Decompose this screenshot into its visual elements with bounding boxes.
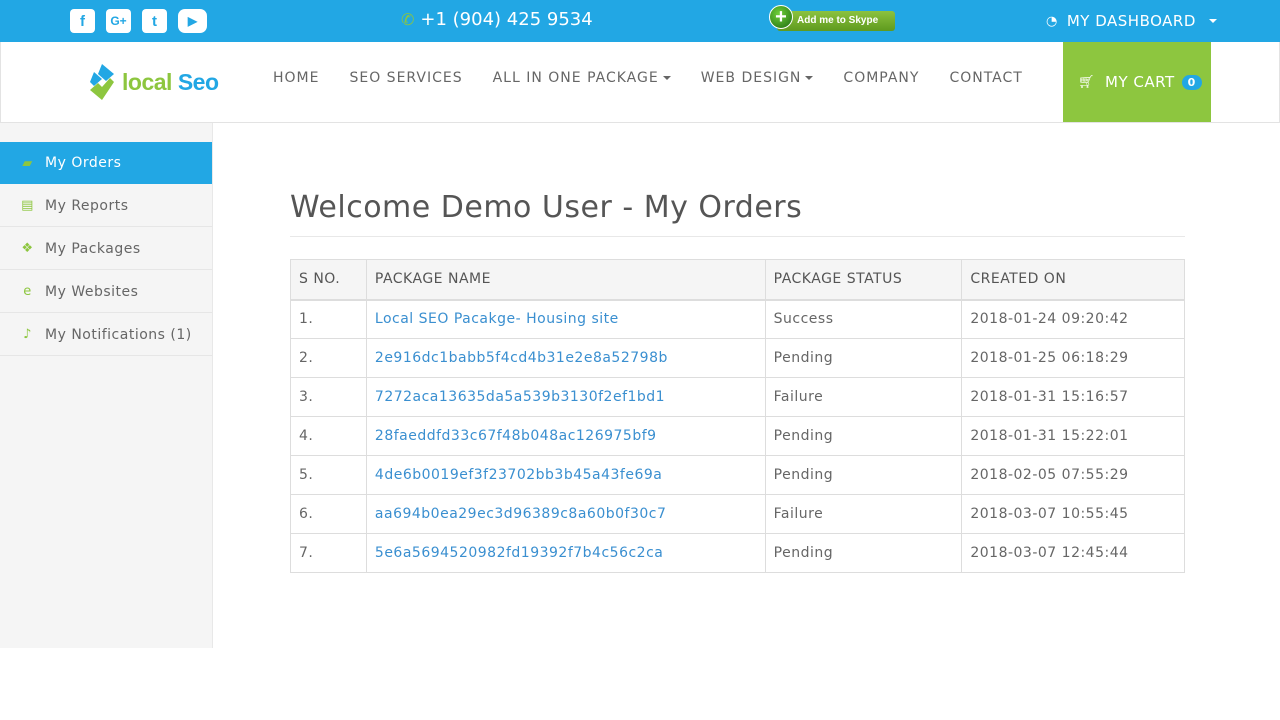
site-logo[interactable]: local Seo [86, 62, 219, 102]
package-status: Pending [764, 533, 963, 573]
column-header-sno: S NO. [290, 259, 367, 301]
row-sno: 6. [290, 494, 367, 534]
package-name-link[interactable]: 7272aca13635da5a539b3130f2ef1bd1 [365, 377, 766, 417]
social-links: f G+ t ▶ [70, 9, 207, 33]
created-on: 2018-03-07 10:55:45 [961, 494, 1185, 534]
created-on: 2018-03-07 12:45:44 [961, 533, 1185, 573]
table-row: 2. 2e916dc1babb5f4cd4b31e2e8a52798b Pend… [290, 338, 1185, 378]
nav-menu: HOME SEO SERVICES ALL IN ONE PACKAGE WEB… [273, 70, 1023, 86]
youtube-icon[interactable]: ▶ [178, 9, 207, 33]
package-status: Failure [764, 377, 963, 417]
orders-table: S NO. PACKAGE NAME PACKAGE STATUS CREATE… [290, 259, 1185, 573]
logo-local-text: local [122, 68, 172, 95]
phone-icon: ✆ [401, 10, 415, 29]
caret-down-icon [1208, 19, 1217, 23]
account-sidebar: ▰ My Orders ▤ My Reports ❖ My Packages e… [0, 123, 213, 648]
phone-text: +1 (904) 425 9534 [420, 9, 593, 30]
caret-down-icon [662, 76, 671, 80]
package-status: Success [764, 299, 963, 339]
sidebar-item-label: My Websites [45, 283, 139, 300]
package-name-link[interactable]: Local SEO Pacakge- Housing site [365, 299, 766, 339]
cart-label: MY CART [1105, 73, 1175, 91]
nav-company[interactable]: COMPANY [843, 70, 919, 86]
package-status: Pending [764, 455, 963, 495]
cubes-icon: ❖ [21, 241, 34, 256]
cart-count-badge: 0 [1181, 74, 1202, 90]
column-header-created-on: CREATED ON [961, 259, 1185, 301]
created-on: 2018-02-05 07:55:29 [961, 455, 1185, 495]
phone-number[interactable]: ✆ +1 (904) 425 9534 [401, 9, 593, 30]
caret-down-icon [805, 76, 814, 80]
nav-web-design-label: WEB DESIGN [700, 70, 802, 86]
nav-all-in-one-label: ALL IN ONE PACKAGE [492, 70, 659, 86]
package-status: Pending [764, 416, 963, 456]
dashboard-label: MY DASHBOARD [1066, 12, 1196, 30]
package-status: Pending [764, 338, 963, 378]
table-header-row: S NO. PACKAGE NAME PACKAGE STATUS CREATE… [290, 259, 1185, 301]
table-row: 3. 7272aca13635da5a539b3130f2ef1bd1 Fail… [290, 377, 1185, 417]
package-name-link[interactable]: aa694b0ea29ec3d96389c8a60b0f30c7 [365, 494, 766, 534]
table-row: 4. 28faeddfd33c67f48b048ac126975bf9 Pend… [290, 416, 1185, 456]
sidebar-item-my-reports[interactable]: ▤ My Reports [0, 185, 212, 227]
nav-seo-services[interactable]: SEO SERVICES [349, 70, 462, 86]
nav-contact[interactable]: CONTACT [949, 70, 1022, 86]
row-sno: 7. [290, 533, 367, 573]
my-cart-button[interactable]: 🛒︎ MY CART 0 [1063, 42, 1211, 122]
cart-icon: 🛒︎ [1078, 74, 1096, 90]
package-status: Failure [764, 494, 963, 534]
nav-home[interactable]: HOME [273, 70, 319, 86]
document-icon: ▤ [21, 198, 34, 213]
row-sno: 5. [290, 455, 367, 495]
logo-text: local Seo [122, 69, 219, 96]
package-name-link[interactable]: 28faeddfd33c67f48b048ac126975bf9 [365, 416, 766, 456]
sidebar-item-label: My Orders [45, 155, 122, 171]
table-row: 1. Local SEO Pacakge- Housing site Succe… [290, 299, 1185, 339]
twitter-icon[interactable]: t [142, 9, 167, 33]
sidebar-item-label: My Notifications (1) [45, 326, 192, 343]
row-sno: 3. [290, 377, 367, 417]
logo-seo-text: Seo [177, 68, 219, 95]
main-navbar: local Seo HOME SEO SERVICES ALL IN ONE P… [0, 42, 1280, 123]
my-dashboard-dropdown[interactable]: ◔ MY DASHBOARD [1046, 12, 1217, 30]
internet-explorer-icon: e [23, 284, 32, 299]
package-name-link[interactable]: 5e6a5694520982fd19392f7b4c56c2ca [365, 533, 766, 573]
plus-icon: + [769, 5, 793, 29]
page-title: Welcome Demo User - My Orders [290, 190, 803, 225]
column-header-package-status: PACKAGE STATUS [764, 259, 963, 301]
google-plus-icon[interactable]: G+ [106, 9, 131, 33]
top-bar: f G+ t ▶ ✆ +1 (904) 425 9534 Add me to S… [0, 0, 1280, 42]
row-sno: 2. [290, 338, 367, 378]
created-on: 2018-01-25 06:18:29 [961, 338, 1185, 378]
sidebar-item-label: My Reports [45, 197, 129, 214]
table-row: 6. aa694b0ea29ec3d96389c8a60b0f30c7 Fail… [290, 494, 1185, 534]
facebook-icon[interactable]: f [70, 9, 95, 33]
package-name-link[interactable]: 2e916dc1babb5f4cd4b31e2e8a52798b [365, 338, 766, 378]
sidebar-item-my-packages[interactable]: ❖ My Packages [0, 228, 212, 270]
package-name-link[interactable]: 4de6b0019ef3f23702bb3b45a43fe69a [365, 455, 766, 495]
table-row: 5. 4de6b0019ef3f23702bb3b45a43fe69a Pend… [290, 455, 1185, 495]
nav-all-in-one-package[interactable]: ALL IN ONE PACKAGE [493, 70, 671, 86]
sidebar-item-my-websites[interactable]: e My Websites [0, 271, 212, 313]
sidebar-item-label: My Packages [45, 240, 141, 257]
created-on: 2018-01-31 15:16:57 [961, 377, 1185, 417]
add-skype-button[interactable]: Add me to Skype + [769, 5, 895, 32]
table-row: 7. 5e6a5694520982fd19392f7b4c56c2ca Pend… [290, 533, 1185, 573]
sidebar-item-my-orders[interactable]: ▰ My Orders [0, 142, 212, 184]
title-divider [290, 236, 1185, 237]
row-sno: 1. [290, 299, 367, 339]
skype-label: Add me to Skype [777, 11, 895, 31]
sidebar-item-my-notifications[interactable]: ♪ My Notifications (1) [0, 314, 212, 356]
nav-web-design[interactable]: WEB DESIGN [701, 70, 814, 86]
created-on: 2018-01-31 15:22:01 [961, 416, 1185, 456]
logo-icon [90, 64, 114, 100]
bell-icon: ♪ [23, 327, 32, 342]
row-sno: 4. [290, 416, 367, 456]
shopping-bag-icon: ▰ [22, 155, 33, 171]
created-on: 2018-01-24 09:20:42 [961, 299, 1185, 339]
column-header-package-name: PACKAGE NAME [365, 259, 766, 301]
dashboard-icon: ◔ [1046, 13, 1058, 29]
